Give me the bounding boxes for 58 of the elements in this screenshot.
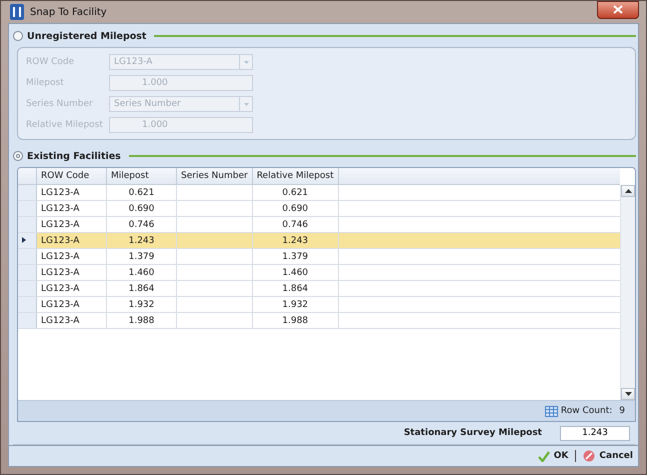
checkmark-icon (538, 450, 550, 462)
table-cell: 0.690 (252, 200, 338, 216)
table-cell: LG123-A (36, 264, 106, 280)
table-cell: 1.988 (106, 312, 176, 328)
cancel-icon (583, 450, 596, 462)
table-cell: LG123-A (36, 280, 106, 296)
table-cell: 1.988 (252, 312, 338, 328)
field-label: Relative Milepost (26, 120, 104, 130)
row-count-label: Row Count: (560, 406, 612, 416)
table-cell: LG123-A (36, 184, 106, 200)
table-cell: 0.621 (106, 184, 176, 200)
table-cell: 0.621 (252, 184, 338, 200)
table-cell: 1.932 (252, 296, 338, 312)
table-cell: LG123-A (36, 296, 106, 312)
field-label: Milepost (26, 78, 65, 88)
table-cell: 1.460 (106, 264, 176, 280)
table-cell: 1.379 (252, 248, 338, 264)
app-icon (10, 4, 24, 20)
table-cell: 1.864 (252, 280, 338, 296)
table-cell: LG123-A (36, 200, 106, 216)
section-label: Unregistered Milepost (27, 30, 146, 42)
table-cell: LG123-A (36, 248, 106, 264)
scroll-down-button[interactable] (621, 388, 635, 400)
close-button[interactable] (597, 0, 639, 18)
section-label: Existing Facilities (27, 150, 121, 162)
field-label: Series Number (26, 99, 94, 109)
field-label: ROW Code (26, 57, 76, 67)
radio-button[interactable] (13, 151, 23, 161)
table-cell: 1.379 (106, 248, 176, 264)
field-label: Stationary Survey Milepost (404, 428, 542, 438)
table-cell: 1.864 (106, 280, 176, 296)
table-row[interactable] (338, 232, 620, 248)
table-cell: 1.932 (106, 296, 176, 312)
table-cell: 1.243 (106, 232, 176, 248)
caret-icon (244, 102, 248, 106)
window-title: Snap To Facility (30, 6, 107, 18)
column-header[interactable]: Milepost (106, 168, 176, 184)
caret-icon (244, 60, 248, 64)
table-cell: 1.460 (252, 264, 338, 280)
table-cell: 0.690 (106, 200, 176, 216)
table-cell: 1.243 (252, 232, 338, 248)
column-header[interactable]: Relative Milepost (252, 168, 338, 184)
ok-button[interactable]: OK (536, 450, 570, 462)
current-row-icon (22, 236, 26, 242)
up-arrow-icon (624, 189, 632, 193)
table-cell: LG123-A (36, 232, 106, 248)
milepost-field[interactable]: 1.243 (560, 426, 630, 440)
column-header[interactable]: Series Number (176, 168, 252, 184)
column-header[interactable]: ROW Code (36, 168, 106, 184)
scroll-up-button[interactable] (621, 185, 635, 197)
table-icon (544, 406, 558, 416)
radio-button[interactable] (13, 31, 23, 41)
down-arrow-icon (624, 392, 632, 396)
row-count: 9 (619, 406, 625, 416)
cancel-button[interactable]: Cancel (581, 450, 635, 462)
scrollbar[interactable] (620, 185, 635, 400)
close-icon (613, 5, 623, 14)
table-cell: LG123-A (36, 312, 106, 328)
